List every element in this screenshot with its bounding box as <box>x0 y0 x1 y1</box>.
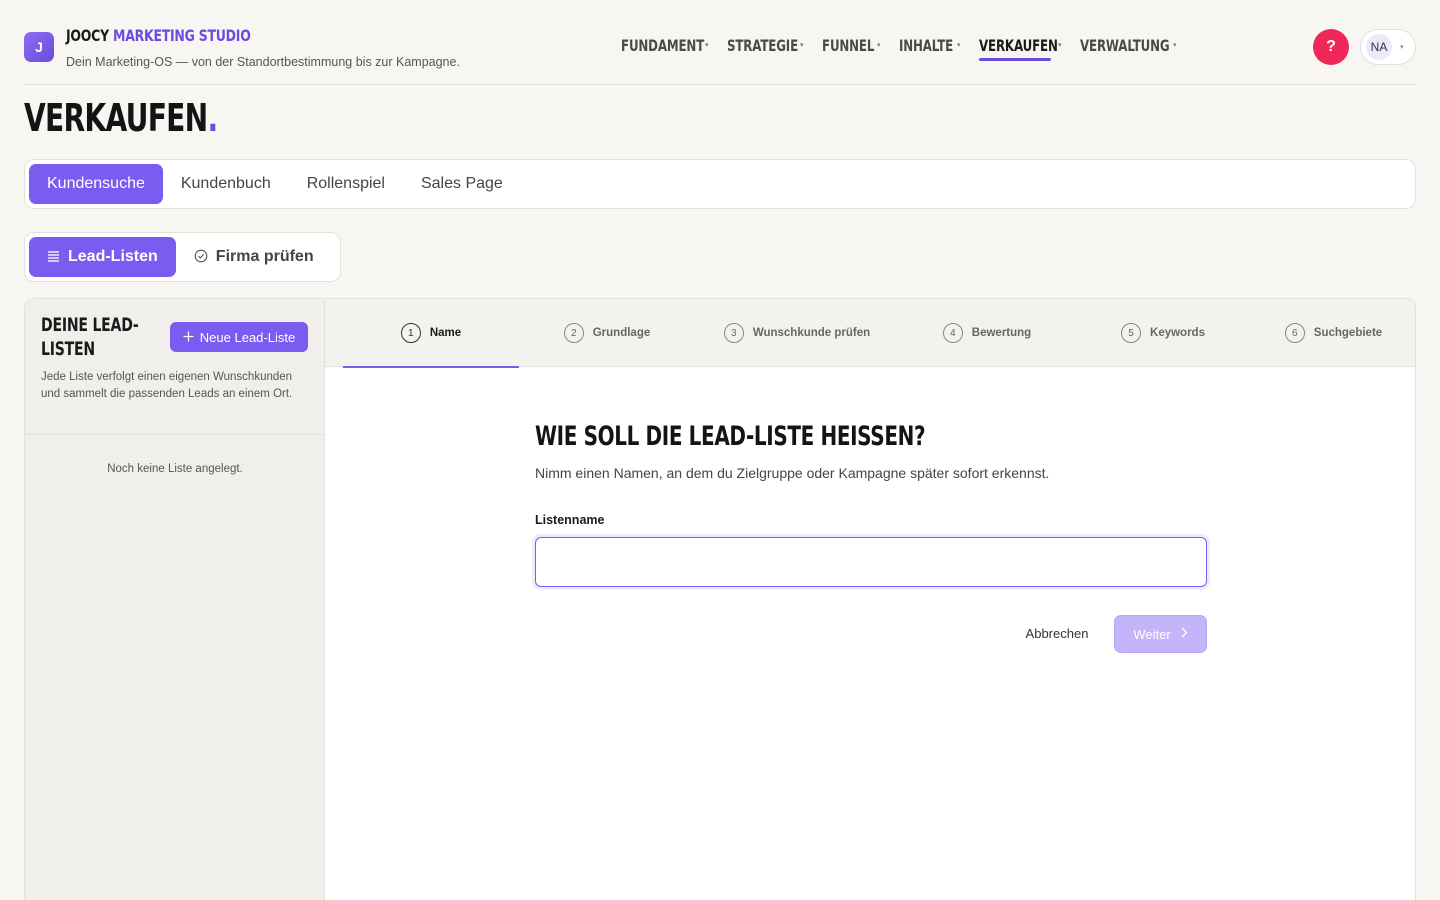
main-tabs: Kundensuche Kundenbuch Rollenspiel Sales… <box>24 159 1416 209</box>
nav-label: INHALTE <box>899 35 954 55</box>
help-button[interactable]: ? <box>1313 29 1349 65</box>
chevron-down-icon: ▾ <box>957 42 961 49</box>
list-name-label: Listenname <box>535 513 605 527</box>
brand-name: JOOCY MARKETING STUDIO <box>66 26 303 46</box>
sidebar-description: Jede Liste verfolgt einen eigenen Wunsch… <box>41 371 293 400</box>
nav-item-strategie[interactable]: STRATEGIE ▾ <box>727 31 804 59</box>
page-title-dot: . <box>207 96 218 140</box>
step-wunschkunde-pruefen[interactable]: 3 Wunschkunde prüfen <box>695 299 899 367</box>
nav-item-inhalte[interactable]: INHALTE ▾ <box>899 31 961 59</box>
chevron-down-icon: ▾ <box>1058 42 1062 49</box>
list-name-input[interactable] <box>535 537 1207 587</box>
check-circle-icon <box>194 249 208 266</box>
step-grundlage[interactable]: 2 Grundlage <box>519 299 695 367</box>
page-title: VERKAUFEN. <box>24 96 285 140</box>
app-tagline: Dein Marketing-OS — von der Standortbest… <box>66 55 460 69</box>
tab-sales-page[interactable]: Sales Page <box>403 164 521 204</box>
step-number: 6 <box>1284 323 1305 343</box>
cancel-button[interactable]: Abbrechen <box>1011 615 1103 651</box>
new-lead-list-button[interactable]: Neue Lead-Liste <box>170 322 308 352</box>
step-label: Grundlage <box>592 327 651 339</box>
step-keywords[interactable]: 5 Keywords <box>1075 299 1251 367</box>
nav-label: FUNDAMENT <box>621 35 705 55</box>
step-label: Suchgebiete <box>1313 327 1383 339</box>
tab-lead-listen[interactable]: Lead-Listen <box>29 237 176 277</box>
new-lead-list-label: Neue Lead-Liste <box>199 329 296 345</box>
step-label: Keywords <box>1150 327 1205 339</box>
step-number: 2 <box>563 323 584 343</box>
tab-kundenbuch[interactable]: Kundenbuch <box>163 164 289 204</box>
step-bewertung[interactable]: 4 Bewertung <box>899 299 1075 367</box>
nav-item-funnel[interactable]: FUNNEL ▾ <box>822 31 881 59</box>
sub-tabs: Lead-Listen Firma prüfen <box>24 232 341 282</box>
list-icon <box>47 250 60 265</box>
tab-firma-pruefen[interactable]: Firma prüfen <box>176 237 332 277</box>
nav-label: VERWALTUNG <box>1080 35 1170 55</box>
nav-label: STRATEGIE <box>727 35 799 55</box>
next-button[interactable]: Weiter <box>1114 615 1207 653</box>
step-number: 5 <box>1121 323 1142 343</box>
step-number: 3 <box>723 323 744 343</box>
wizard-content: 1 Name 2 Grundlage 3 Wunschkunde prüfen … <box>325 299 1415 900</box>
main-nav: FUNDAMENT ▾ STRATEGIE ▾ FUNNEL ▾ INHALTE ▾ V… <box>621 31 1195 61</box>
nav-item-fundament[interactable]: FUNDAMENT ▾ <box>621 31 709 59</box>
tab-rollenspiel[interactable]: Rollenspiel <box>289 164 403 204</box>
avatar: NA <box>1366 34 1392 60</box>
form-title: WIE SOLL DIE LEAD-LISTE HEISSEN? <box>535 421 926 452</box>
brand-part-2: MARKETING STUDIO <box>113 26 251 45</box>
lead-list-sidebar: DEINE LEAD-LISTEN Neue Lead-Liste Jede L… <box>25 299 325 900</box>
chevron-down-icon: ▾ <box>800 42 804 49</box>
form-subtitle: Nimm einen Namen, an dem du Zielgruppe o… <box>535 465 1050 481</box>
step-number: 4 <box>942 323 963 343</box>
chevron-down-icon: ▾ <box>705 42 709 49</box>
page-title-text: VERKAUFEN <box>24 96 208 140</box>
nav-item-verkaufen[interactable]: VERKAUFEN ▾ <box>979 31 1062 61</box>
sidebar-title: DEINE LEAD-LISTEN <box>41 314 139 360</box>
step-label: Bewertung <box>971 327 1032 339</box>
plus-icon <box>183 329 194 346</box>
sidebar-header: DEINE LEAD-LISTEN Neue Lead-Liste Jede L… <box>25 299 325 435</box>
active-nav-indicator <box>979 58 1051 61</box>
tab-kundensuche[interactable]: Kundensuche <box>29 164 163 204</box>
step-suchgebiete[interactable]: 6 Suchgebiete <box>1251 299 1415 367</box>
tab-label: Lead-Listen <box>68 248 158 265</box>
chevron-right-icon <box>1181 627 1188 641</box>
tab-label: Firma prüfen <box>215 248 314 265</box>
step-number: 1 <box>400 323 421 343</box>
app-logo[interactable]: J <box>24 32 54 62</box>
step-label: Name <box>429 327 462 339</box>
nav-label: FUNNEL <box>822 35 875 55</box>
brand-part-1: JOOCY <box>66 26 109 45</box>
step-name[interactable]: 1 Name <box>343 299 519 368</box>
nav-item-verwaltung[interactable]: VERWALTUNG ▾ <box>1080 31 1177 59</box>
next-button-label: Weiter <box>1133 626 1171 642</box>
wizard-steps: 1 Name 2 Grundlage 3 Wunschkunde prüfen … <box>325 299 1415 368</box>
top-header: J JOOCY MARKETING STUDIO Dein Marketing-… <box>24 0 1416 85</box>
lead-list-panel: DEINE LEAD-LISTEN Neue Lead-Liste Jede L… <box>24 298 1416 900</box>
chevron-down-icon: ▾ <box>877 42 881 49</box>
nav-label: VERKAUFEN <box>979 35 1058 55</box>
step-label: Wunschkunde prüfen <box>752 327 871 339</box>
user-menu[interactable]: NA ▾ <box>1360 29 1416 65</box>
empty-state-text: Noch keine Liste angelegt. <box>107 463 243 475</box>
chevron-down-icon: ▾ <box>1173 42 1177 49</box>
chevron-down-icon: ▾ <box>1400 44 1404 51</box>
